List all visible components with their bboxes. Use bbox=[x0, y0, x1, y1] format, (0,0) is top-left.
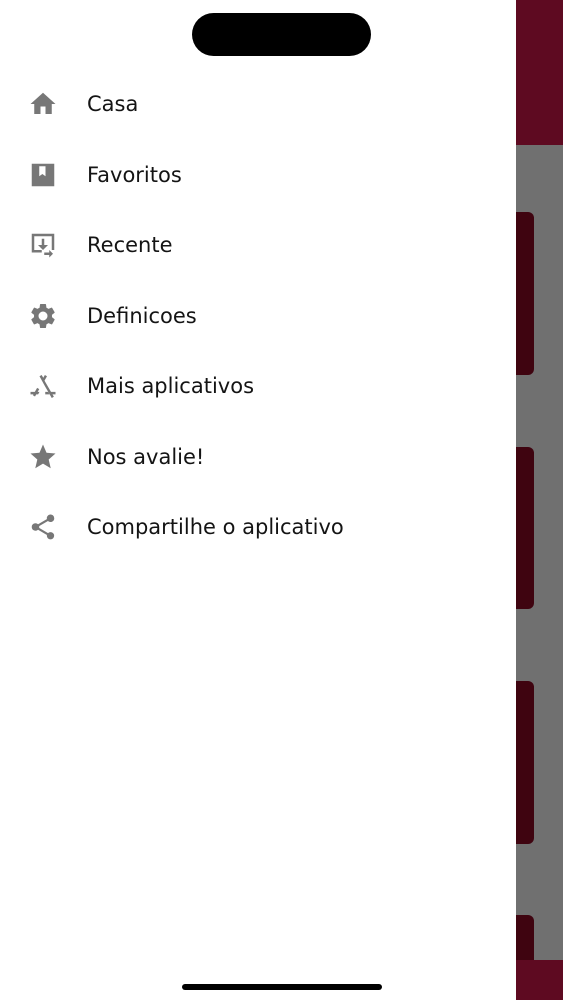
app-store-icon bbox=[27, 370, 59, 402]
menu-item-label: Casa bbox=[87, 92, 139, 117]
menu-item-home[interactable]: Casa bbox=[0, 69, 516, 140]
home-indicator bbox=[182, 984, 382, 990]
share-icon bbox=[27, 511, 59, 543]
menu-item-recent[interactable]: Recente bbox=[0, 210, 516, 281]
recent-icon bbox=[27, 229, 59, 261]
navigation-drawer: Casa Favoritos Recente Definicoes Mais a bbox=[0, 0, 516, 1000]
menu-item-favorites[interactable]: Favoritos bbox=[0, 140, 516, 211]
gear-icon bbox=[27, 300, 59, 332]
menu-item-label: Mais aplicativos bbox=[87, 374, 255, 399]
menu-item-settings[interactable]: Definicoes bbox=[0, 281, 516, 352]
home-icon bbox=[27, 88, 59, 120]
star-icon bbox=[27, 441, 59, 473]
menu-item-label: Favoritos bbox=[87, 162, 182, 187]
menu-item-label: Recente bbox=[87, 233, 173, 258]
dynamic-island bbox=[192, 13, 371, 56]
menu-item-rate-us[interactable]: Nos avalie! bbox=[0, 422, 516, 493]
menu-item-label: Compartilhe o aplicativo bbox=[87, 515, 344, 540]
menu-item-label: Nos avalie! bbox=[87, 444, 205, 469]
bookmark-icon bbox=[27, 159, 59, 191]
menu-item-more-apps[interactable]: Mais aplicativos bbox=[0, 351, 516, 422]
drawer-menu: Casa Favoritos Recente Definicoes Mais a bbox=[0, 69, 516, 563]
menu-item-share-app[interactable]: Compartilhe o aplicativo bbox=[0, 492, 516, 563]
menu-item-label: Definicoes bbox=[87, 303, 197, 328]
